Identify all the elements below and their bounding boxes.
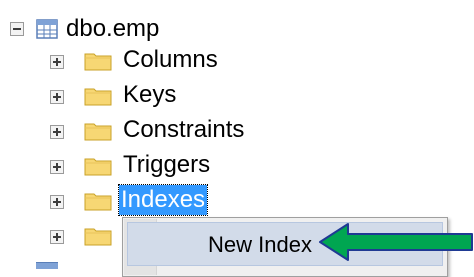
expand-toggle-icon[interactable] xyxy=(50,55,64,69)
tree-node-label: Constraints xyxy=(123,116,245,143)
expand-toggle-icon[interactable] xyxy=(50,125,64,139)
tree-node-keys[interactable]: Keys xyxy=(0,78,240,112)
folder-icon xyxy=(84,123,112,141)
expand-toggle-icon[interactable] xyxy=(50,230,64,244)
folder-icon xyxy=(84,53,112,71)
tree-node-label: dbo.emp xyxy=(66,15,160,42)
tree-node-dbo-emp[interactable]: dbo.emp xyxy=(0,8,210,42)
expand-toggle-icon[interactable] xyxy=(50,160,64,174)
folder-icon xyxy=(84,88,112,106)
tree-node-label: Triggers xyxy=(123,151,211,178)
folder-icon xyxy=(84,193,112,211)
tree-node-indexes[interactable]: Indexes xyxy=(0,183,240,217)
tree-node-s[interactable]: S xyxy=(0,218,140,252)
table-icon xyxy=(36,19,58,39)
tree-node-columns[interactable]: Columns xyxy=(0,43,240,77)
menu-item-label: New Index xyxy=(208,232,312,257)
expand-toggle-icon[interactable] xyxy=(50,90,64,104)
tree-node-partial[interactable] xyxy=(0,258,120,269)
green-arrow-icon xyxy=(319,223,473,261)
collapse-toggle-icon[interactable] xyxy=(10,22,24,36)
tree-node-triggers[interactable]: Triggers xyxy=(0,148,240,182)
folder-icon xyxy=(84,158,112,176)
tree-node-label: Columns xyxy=(123,46,218,73)
tree-node-label-selected: Indexes xyxy=(117,184,209,216)
tree-node-constraints[interactable]: Constraints xyxy=(0,113,270,147)
expand-toggle-icon[interactable] xyxy=(50,195,64,209)
tree-node-label: Keys xyxy=(123,81,177,108)
folder-icon xyxy=(84,228,112,246)
